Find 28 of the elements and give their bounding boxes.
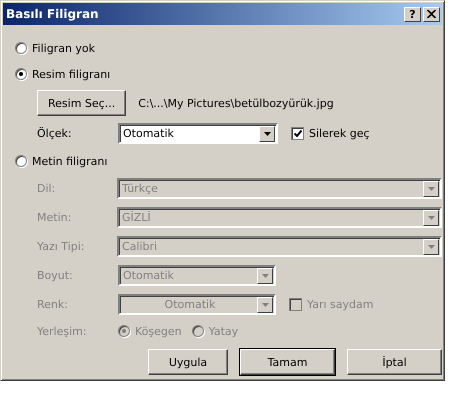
radio-button[interactable] <box>15 42 27 54</box>
radio-label: Yatay <box>208 324 238 338</box>
field-label: Ölçek: <box>37 127 73 140</box>
field-label: Dil: <box>37 182 56 195</box>
dialog-button[interactable]: İptal <box>347 349 442 375</box>
select-picture-button[interactable]: Resim Seç... <box>37 90 126 116</box>
field-label: Boyut: <box>37 269 74 282</box>
radio-label: Filigran yok <box>32 42 96 54</box>
radio-button[interactable] <box>15 155 27 167</box>
radio-label: Köşegen <box>135 324 182 338</box>
file-path: C:\...\My Pictures\betülbozyürük.jpg <box>138 96 334 110</box>
scale-dropdown[interactable]: Otomatik <box>118 123 278 144</box>
dialog-button[interactable]: Uygula <box>148 349 228 375</box>
dialog-button[interactable]: Tamam <box>240 349 335 375</box>
checkbox-label: Silerek geç <box>309 127 370 140</box>
field-label: Yerleşim: <box>37 324 88 338</box>
field-label: Renk: <box>37 298 69 311</box>
close-button[interactable] <box>423 6 440 22</box>
radio-label: Metin filigranı <box>32 154 108 168</box>
help-button[interactable]: ? <box>404 6 421 22</box>
window-title: Basılı Filigran <box>6 7 99 21</box>
field-label: Yazı Tipi: <box>37 240 86 253</box>
checkbox-label: Yarı saydam <box>307 298 374 311</box>
checkbox[interactable] <box>291 127 304 140</box>
radio-button[interactable] <box>15 68 27 80</box>
close-icon <box>427 10 436 18</box>
radio-label: Resim filigranı <box>32 68 110 80</box>
field-label: Metin: <box>37 211 72 224</box>
